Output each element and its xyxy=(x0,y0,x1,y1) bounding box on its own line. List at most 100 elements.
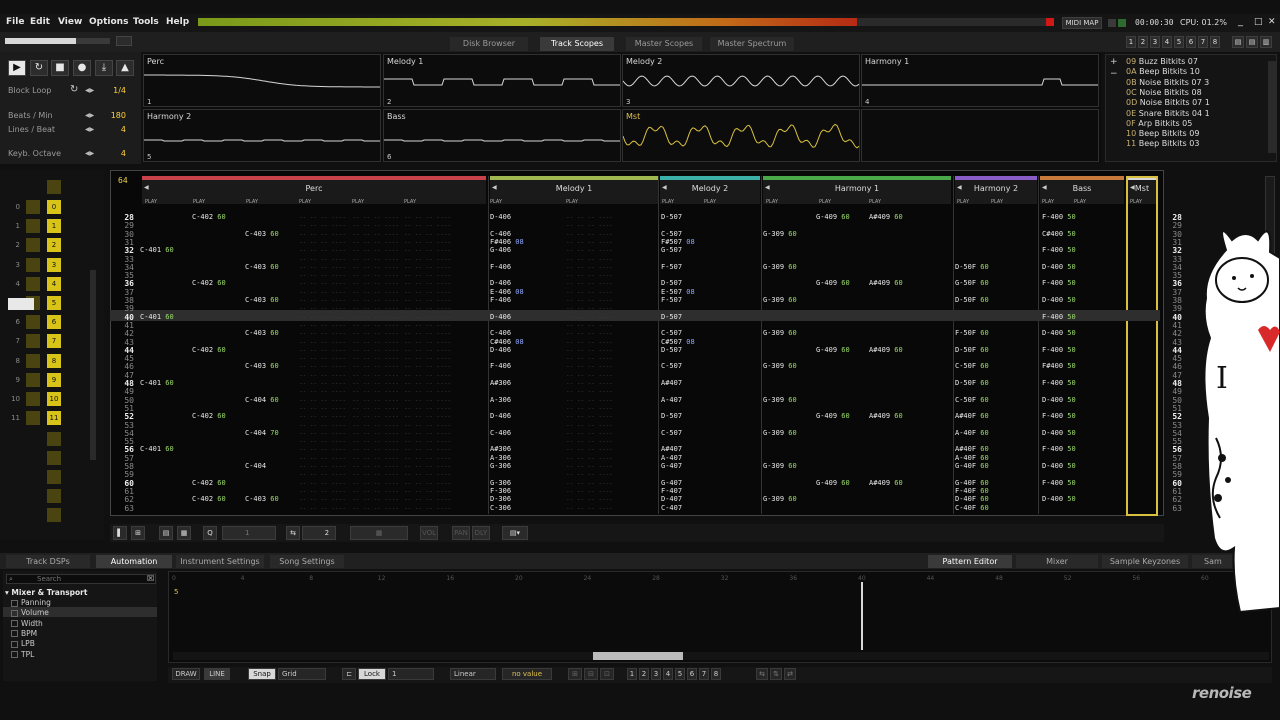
empty-cell[interactable]: -- -- -- ---- xyxy=(404,322,451,329)
note-cell[interactable]: G-409 60 xyxy=(816,279,850,287)
empty-cell[interactable]: -- -- -- ---- xyxy=(352,231,399,238)
note-column-play-label[interactable]: PLAY xyxy=(145,199,157,205)
empty-cell[interactable]: -- -- -- ---- xyxy=(352,405,399,412)
note-cell[interactable]: C-403 60 xyxy=(245,230,279,238)
empty-cell[interactable]: -- -- -- ---- xyxy=(299,231,346,238)
empty-cell[interactable]: -- -- -- ---- xyxy=(352,455,399,462)
empty-cell[interactable]: -- -- -- ---- xyxy=(352,463,399,470)
note-cell[interactable]: C-401 60 xyxy=(140,246,174,254)
note-cell[interactable]: C-403 60 xyxy=(245,362,279,370)
play-button[interactable]: ▶ xyxy=(8,60,26,76)
note-cell[interactable]: F-400 50 xyxy=(1042,213,1076,221)
follow-button[interactable]: ⤓ xyxy=(95,60,113,76)
note-cell[interactable]: D-406 xyxy=(490,412,511,420)
menu-edit[interactable]: Edit xyxy=(30,17,50,27)
note-column-play-label[interactable]: PLAY xyxy=(819,199,831,205)
note-cell[interactable]: G-409 60 xyxy=(816,479,850,487)
note-cell[interactable]: E-507 08 xyxy=(661,288,695,296)
sequence-pattern[interactable]: 2 xyxy=(47,238,61,253)
note-cell[interactable]: F-400 50 xyxy=(1042,313,1076,321)
stop-button[interactable]: ■ xyxy=(51,60,69,76)
empty-cell[interactable]: -- -- -- ---- xyxy=(352,363,399,370)
note-cell[interactable]: C#400 50 xyxy=(1042,230,1076,238)
note-cell[interactable]: D-400 50 xyxy=(1042,495,1076,503)
empty-cell[interactable]: -- -- -- ---- xyxy=(404,347,451,354)
empty-cell[interactable]: -- -- -- ---- xyxy=(566,289,613,296)
automation-group[interactable]: ▾ Mixer & Transport xyxy=(5,588,87,597)
empty-cell[interactable]: -- -- -- ---- xyxy=(404,405,451,412)
layout-toggle-icon-2[interactable]: ▤ xyxy=(1246,36,1258,48)
note-cell[interactable]: F#400 50 xyxy=(1042,362,1076,370)
empty-cell[interactable]: -- -- -- ---- xyxy=(566,305,613,312)
empty-cell[interactable]: -- -- -- ---- xyxy=(299,388,346,395)
empty-cell[interactable]: -- -- -- ---- xyxy=(352,247,399,254)
note-cell[interactable]: G-40F 60 xyxy=(955,479,989,487)
note-column-play-label[interactable]: PLAY xyxy=(490,199,502,205)
empty-cell[interactable]: -- -- -- ---- xyxy=(566,256,613,263)
empty-cell[interactable]: -- -- -- ---- xyxy=(352,339,399,346)
note-cell[interactable]: F-400 50 xyxy=(1042,246,1076,254)
automation-number-5[interactable]: 5 xyxy=(675,668,685,680)
sequence-marker[interactable] xyxy=(26,411,40,426)
sequence-marker[interactable] xyxy=(26,238,40,253)
layout-preset-2[interactable]: 2 xyxy=(1138,36,1148,48)
empty-cell[interactable]: -- -- -- ---- xyxy=(352,322,399,329)
note-cell[interactable]: C-402 60 xyxy=(192,346,226,354)
menu-help[interactable]: Help xyxy=(166,17,189,27)
empty-cell[interactable]: -- -- -- ---- xyxy=(352,330,399,337)
automation-number-7[interactable]: 7 xyxy=(699,668,709,680)
pattern-options-dropdown[interactable]: ▤▾ xyxy=(502,526,528,540)
note-cell[interactable]: C-402 60 xyxy=(192,279,226,287)
instrument-item[interactable]: 0D Noise Bitkits 07 1 xyxy=(1126,98,1210,107)
menu-view[interactable]: View xyxy=(58,17,82,27)
note-cell[interactable]: F-407 xyxy=(661,487,682,495)
volume-options-button[interactable] xyxy=(116,36,132,46)
sequence-marker[interactable] xyxy=(26,392,40,406)
empty-cell[interactable]: -- -- -- ---- xyxy=(404,471,451,478)
note-cell[interactable]: D-507 xyxy=(661,213,682,221)
empty-cell[interactable]: -- -- -- ---- xyxy=(352,222,399,229)
tab-track-scopes[interactable]: Track Scopes xyxy=(540,37,614,51)
sequence-marker[interactable] xyxy=(26,219,40,234)
empty-cell[interactable]: -- -- -- ---- xyxy=(352,480,399,487)
empty-cell[interactable]: -- -- -- ---- xyxy=(566,297,613,304)
sequence-pattern-empty[interactable] xyxy=(47,489,61,503)
sequence-pattern[interactable]: 3 xyxy=(47,257,61,272)
empty-cell[interactable]: -- -- -- ---- xyxy=(566,372,613,379)
automation-number-8[interactable]: 8 xyxy=(711,668,721,680)
sequence-pattern[interactable]: 1 xyxy=(47,219,61,234)
dly-toggle[interactable]: DLY xyxy=(472,526,490,540)
param-checkbox[interactable] xyxy=(11,620,18,628)
note-cell[interactable]: G-507 xyxy=(661,246,682,254)
tab-track-dsps[interactable]: Track DSPs xyxy=(6,555,90,568)
note-cell[interactable]: A-306 xyxy=(490,396,511,404)
empty-cell[interactable]: -- -- -- ---- xyxy=(299,339,346,346)
note-cell[interactable]: G-40F 60 xyxy=(955,462,989,470)
sequence-pattern-empty[interactable] xyxy=(47,470,61,484)
empty-cell[interactable]: -- -- -- ---- xyxy=(404,505,451,512)
note-cell[interactable]: C-50F 60 xyxy=(955,362,989,370)
empty-cell[interactable]: -- -- -- ---- xyxy=(299,505,346,512)
collapse-track-icon[interactable]: ◀ xyxy=(662,184,667,191)
param-checkbox[interactable] xyxy=(11,651,18,658)
note-column-play-label[interactable]: PLAY xyxy=(193,199,205,205)
empty-cell[interactable]: -- -- -- ---- xyxy=(566,222,613,229)
note-cell[interactable]: G-406 xyxy=(490,246,511,254)
note-cell[interactable]: D-50F 60 xyxy=(955,296,989,304)
empty-cell[interactable]: -- -- -- ---- xyxy=(404,438,451,445)
empty-cell[interactable]: -- -- -- ---- xyxy=(352,397,399,404)
empty-cell[interactable]: -- -- -- ---- xyxy=(566,247,613,254)
automation-edit-icon[interactable]: ⊟ xyxy=(584,668,598,680)
note-cell[interactable]: G-306 xyxy=(490,462,511,470)
empty-cell[interactable]: -- -- -- ---- xyxy=(566,405,613,412)
note-cell[interactable]: A#409 60 xyxy=(869,213,903,221)
lpb-arrows[interactable]: ◀▶ xyxy=(85,126,94,133)
empty-cell[interactable]: -- -- -- ---- xyxy=(404,363,451,370)
note-column-play-label[interactable]: PLAY xyxy=(404,199,416,205)
note-cell[interactable]: D-406 xyxy=(490,313,511,321)
empty-cell[interactable]: -- -- -- ---- xyxy=(566,280,613,287)
layout-preset-7[interactable]: 7 xyxy=(1198,36,1208,48)
remove-instrument-icon[interactable]: − xyxy=(1110,69,1120,79)
lock-icon[interactable]: ⊏ xyxy=(342,668,356,680)
empty-cell[interactable]: -- -- -- ---- xyxy=(404,463,451,470)
